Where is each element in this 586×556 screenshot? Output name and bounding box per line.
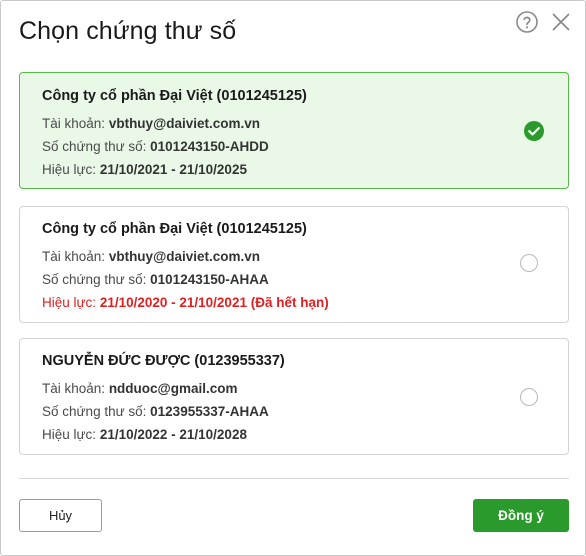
validity-value: 21/10/2020 - 21/10/2021 (Đã hết hạn) bbox=[99, 295, 329, 310]
cert-no-label: Số chứng thư số: bbox=[42, 139, 147, 154]
validity-row: Hiệu lực: 21/10/2022 - 21/10/2028 bbox=[42, 427, 247, 442]
validity-row: Hiệu lực: 21/10/2021 - 21/10/2025 bbox=[42, 162, 247, 177]
validity-row: Hiệu lực: 21/10/2020 - 21/10/2021 (Đã hế… bbox=[42, 295, 329, 310]
account-value: vbthuy@daiviet.com.vn bbox=[108, 249, 261, 264]
validity-label: Hiệu lực: bbox=[42, 162, 97, 177]
certificate-name: Công ty cổ phần Đại Việt (0101245125) bbox=[42, 88, 307, 104]
check-circle-icon[interactable] bbox=[523, 120, 545, 142]
certificate-dialog: Chọn chứng thư số Công ty cổ phần Đại Vi… bbox=[0, 0, 586, 556]
confirm-button[interactable]: Đồng ý bbox=[473, 499, 569, 532]
validity-label: Hiệu lực: bbox=[42, 295, 97, 310]
radio-button[interactable] bbox=[520, 388, 538, 406]
help-icon[interactable] bbox=[515, 10, 539, 34]
radio-button[interactable] bbox=[520, 254, 538, 272]
certificate-name: Công ty cổ phần Đại Việt (0101245125) bbox=[42, 221, 307, 237]
account-label: Tài khoản: bbox=[42, 249, 106, 264]
account-row: Tài khoản: vbthuy@daiviet.com.vn bbox=[42, 116, 260, 131]
cert-no-value: 0101243150-AHAA bbox=[150, 272, 269, 287]
cert-no-value: 0123955337-AHAA bbox=[150, 404, 269, 419]
certificate-card[interactable]: Công ty cổ phần Đại Việt (0101245125) Tà… bbox=[19, 72, 569, 189]
account-label: Tài khoản: bbox=[42, 116, 106, 131]
dialog-title: Chọn chứng thư số bbox=[19, 17, 237, 45]
certificate-card[interactable]: Công ty cổ phần Đại Việt (0101245125) Tà… bbox=[19, 206, 569, 323]
cert-no-row: Số chứng thư số: 0123955337-AHAA bbox=[42, 404, 269, 419]
account-value: ndduoc@gmail.com bbox=[108, 381, 238, 396]
cert-no-label: Số chứng thư số: bbox=[42, 404, 147, 419]
footer-divider bbox=[19, 478, 569, 479]
cert-no-label: Số chứng thư số: bbox=[42, 272, 147, 287]
certificate-card[interactable]: NGUYỄN ĐỨC ĐƯỢC (0123955337) Tài khoản: … bbox=[19, 338, 569, 455]
cert-no-row: Số chứng thư số: 0101243150-AHDD bbox=[42, 139, 269, 154]
cert-no-value: 0101243150-AHDD bbox=[150, 139, 269, 154]
validity-value: 21/10/2022 - 21/10/2028 bbox=[99, 427, 247, 442]
validity-label: Hiệu lực: bbox=[42, 427, 97, 442]
close-icon[interactable] bbox=[549, 10, 573, 34]
validity-value: 21/10/2021 - 21/10/2025 bbox=[99, 162, 247, 177]
account-row: Tài khoản: vbthuy@daiviet.com.vn bbox=[42, 249, 260, 264]
account-value: vbthuy@daiviet.com.vn bbox=[108, 116, 261, 131]
certificate-name: NGUYỄN ĐỨC ĐƯỢC (0123955337) bbox=[42, 353, 285, 369]
account-label: Tài khoản: bbox=[42, 381, 106, 396]
cancel-button[interactable]: Hủy bbox=[19, 499, 102, 532]
account-row: Tài khoản: ndduoc@gmail.com bbox=[42, 381, 237, 396]
cert-no-row: Số chứng thư số: 0101243150-AHAA bbox=[42, 272, 269, 287]
